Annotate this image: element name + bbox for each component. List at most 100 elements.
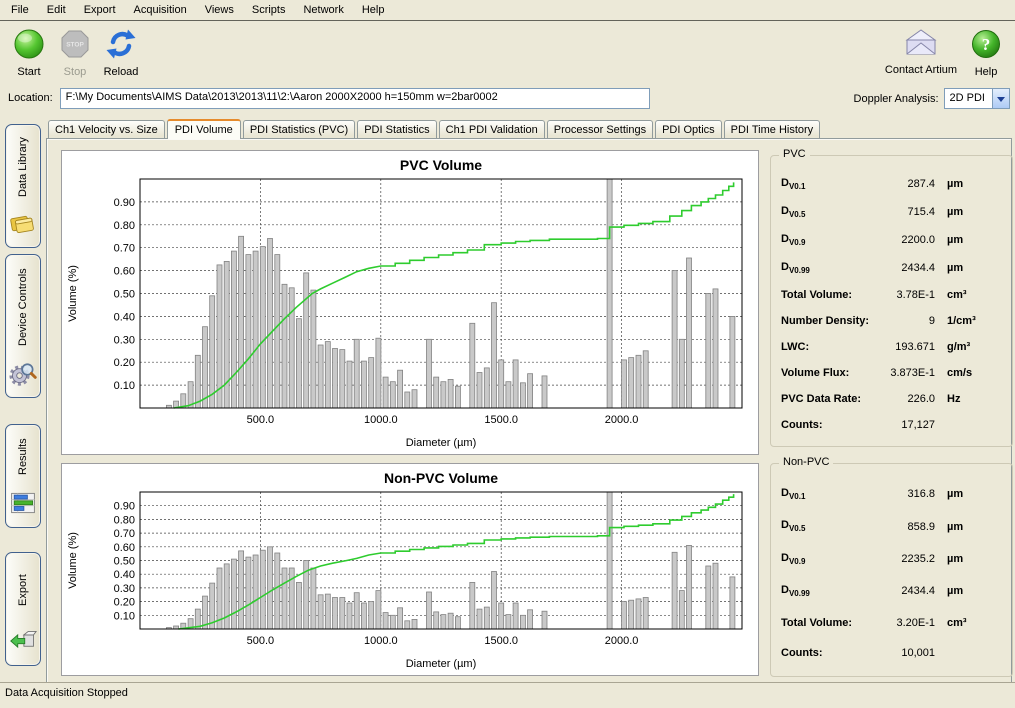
- chevron-down-icon: [997, 97, 1005, 106]
- sidebar-item-results[interactable]: Results: [5, 424, 41, 528]
- sidebar-item-export[interactable]: Export: [5, 552, 41, 666]
- toolbar: Start STOP Stop Reload: [0, 21, 1015, 81]
- non-pvc-stats-groupbox: Non-PVC DV0.1 316.8µm DV0.5 858.9µm DV0.…: [770, 463, 1013, 677]
- sidebar: Data Library Device Controls: [0, 114, 46, 686]
- tab-pdi-time-history[interactable]: PDI Time History: [724, 120, 821, 138]
- start-button[interactable]: Start: [6, 23, 52, 78]
- pvc-groupbox-title: PVC: [779, 148, 810, 160]
- svg-text:0.50: 0.50: [114, 289, 135, 301]
- svg-text:STOP: STOP: [66, 42, 84, 49]
- contact-artium-button[interactable]: Contact Artium: [879, 23, 963, 76]
- stat-row-dv099: DV0.99 2434.4µm: [771, 261, 1012, 275]
- svg-text:Volume (%): Volume (%): [67, 265, 79, 322]
- export-arrow-icon: [9, 627, 37, 658]
- sidebar-item-data-library[interactable]: Data Library: [5, 124, 41, 248]
- svg-text:0.30: 0.30: [114, 334, 135, 346]
- tab-processor-settings[interactable]: Processor Settings: [547, 120, 653, 138]
- envelope-icon: [903, 27, 939, 62]
- status-bar: Data Acquisition Stopped: [0, 682, 1015, 708]
- results-chart-icon: [9, 489, 37, 520]
- pvc-stats-groupbox: PVC DV0.1 287.4µm DV0.5 715.4µm DV0.9 22…: [770, 155, 1013, 447]
- tab-ch1-velocity-vs-size[interactable]: Ch1 Velocity vs. Size: [48, 120, 165, 138]
- sidebar-item-device-controls[interactable]: Device Controls: [5, 254, 41, 398]
- non-pvc-volume-chart: 0.100.200.300.400.500.600.700.800.90500.…: [61, 463, 759, 676]
- svg-text:0.90: 0.90: [114, 501, 135, 513]
- menu-acquisition[interactable]: Acquisition: [125, 1, 196, 19]
- tab-pdi-optics[interactable]: PDI Optics: [655, 120, 722, 138]
- contact-artium-label: Contact Artium: [885, 64, 957, 76]
- menu-views[interactable]: Views: [196, 1, 243, 19]
- reload-label: Reload: [104, 66, 139, 78]
- doppler-analysis-select[interactable]: 2D PDI: [944, 88, 1010, 109]
- doppler-analysis-value: 2D PDI: [945, 89, 992, 108]
- stat-row-dv05: DV0.5 715.4µm: [771, 205, 1012, 219]
- pdi-volume-page: 0.100.200.300.400.500.600.700.800.90500.…: [46, 138, 1012, 686]
- stat-row-dv05: DV0.5 858.9µm: [771, 519, 1012, 533]
- content-area: Ch1 Velocity vs. Size PDI Volume PDI Sta…: [46, 116, 1012, 686]
- svg-text:0.20: 0.20: [114, 597, 135, 609]
- svg-text:PVC Volume: PVC Volume: [400, 157, 482, 173]
- svg-text:0.70: 0.70: [114, 243, 135, 255]
- svg-text:?: ?: [982, 35, 991, 54]
- menu-edit[interactable]: Edit: [38, 1, 75, 19]
- svg-text:0.10: 0.10: [114, 380, 135, 392]
- help-button[interactable]: ? Help: [963, 23, 1009, 78]
- sidebar-item-label: Device Controls: [17, 255, 29, 359]
- folder-icon: [9, 209, 37, 240]
- svg-text:0.70: 0.70: [114, 528, 135, 540]
- svg-text:500.0: 500.0: [247, 635, 275, 647]
- svg-text:0.90: 0.90: [114, 197, 135, 209]
- svg-text:Diameter (µm): Diameter (µm): [406, 658, 477, 670]
- stat-row-dv09: DV0.9 2235.2µm: [771, 552, 1012, 566]
- menu-export[interactable]: Export: [75, 1, 125, 19]
- svg-text:Volume (%): Volume (%): [67, 532, 79, 589]
- doppler-analysis-label: Doppler Analysis:: [854, 93, 939, 105]
- stat-row-lwc: LWC: 193.671g/m³: [771, 341, 1012, 353]
- svg-text:0.60: 0.60: [114, 542, 135, 554]
- menu-network[interactable]: Network: [294, 1, 352, 19]
- svg-text:0.60: 0.60: [114, 266, 135, 278]
- stat-row-total-volume: Total Volume: 3.78E-1cm³: [771, 289, 1012, 301]
- reload-button[interactable]: Reload: [98, 23, 144, 78]
- location-label: Location:: [8, 92, 53, 104]
- stat-row-dv09: DV0.9 2200.0µm: [771, 233, 1012, 247]
- pvc-volume-chart: 0.100.200.300.400.500.600.700.800.90500.…: [61, 150, 759, 455]
- stop-button[interactable]: STOP Stop: [52, 23, 98, 78]
- status-text: Data Acquisition Stopped: [5, 687, 128, 699]
- stat-row-volume-flux: Volume Flux: 3.873E-1cm/s: [771, 367, 1012, 379]
- stat-row-dv01: DV0.1 287.4µm: [771, 177, 1012, 191]
- svg-text:0.80: 0.80: [114, 514, 135, 526]
- svg-text:Diameter (µm): Diameter (µm): [406, 437, 477, 449]
- main-area: Data Library Device Controls: [0, 114, 1015, 686]
- svg-text:1000.0: 1000.0: [364, 635, 398, 647]
- menu-file[interactable]: File: [2, 1, 38, 19]
- combo-dropdown-button[interactable]: [992, 89, 1009, 108]
- svg-text:0.20: 0.20: [114, 357, 135, 369]
- svg-text:2000.0: 2000.0: [605, 414, 639, 426]
- location-field[interactable]: F:\My Documents\AIMS Data\2013\2013\11\2…: [60, 88, 650, 109]
- tab-pdi-statistics-pvc[interactable]: PDI Statistics (PVC): [243, 120, 355, 138]
- tab-pdi-statistics[interactable]: PDI Statistics: [357, 120, 436, 138]
- svg-text:0.10: 0.10: [114, 610, 135, 622]
- non-pvc-groupbox-title: Non-PVC: [779, 456, 833, 468]
- start-label: Start: [17, 66, 40, 78]
- svg-text:0.30: 0.30: [114, 583, 135, 595]
- sidebar-item-label: Results: [17, 425, 29, 489]
- svg-text:1500.0: 1500.0: [484, 414, 518, 426]
- stat-row-dv099: DV0.99 2434.4µm: [771, 584, 1012, 598]
- gear-magnifier-icon: [9, 359, 37, 390]
- start-icon: [12, 27, 46, 64]
- reload-icon: [104, 27, 138, 64]
- stop-icon: STOP: [58, 27, 92, 64]
- svg-text:2000.0: 2000.0: [605, 635, 639, 647]
- menu-help[interactable]: Help: [353, 1, 394, 19]
- tab-ch1-pdi-validation[interactable]: Ch1 PDI Validation: [439, 120, 545, 138]
- svg-text:0.40: 0.40: [114, 569, 135, 581]
- stat-row-dv01: DV0.1 316.8µm: [771, 487, 1012, 501]
- svg-text:500.0: 500.0: [247, 414, 275, 426]
- menu-scripts[interactable]: Scripts: [243, 1, 295, 19]
- stop-label: Stop: [64, 66, 87, 78]
- svg-text:Non-PVC Volume: Non-PVC Volume: [384, 470, 498, 486]
- tab-pdi-volume[interactable]: PDI Volume: [167, 119, 241, 139]
- help-icon: ?: [969, 27, 1003, 64]
